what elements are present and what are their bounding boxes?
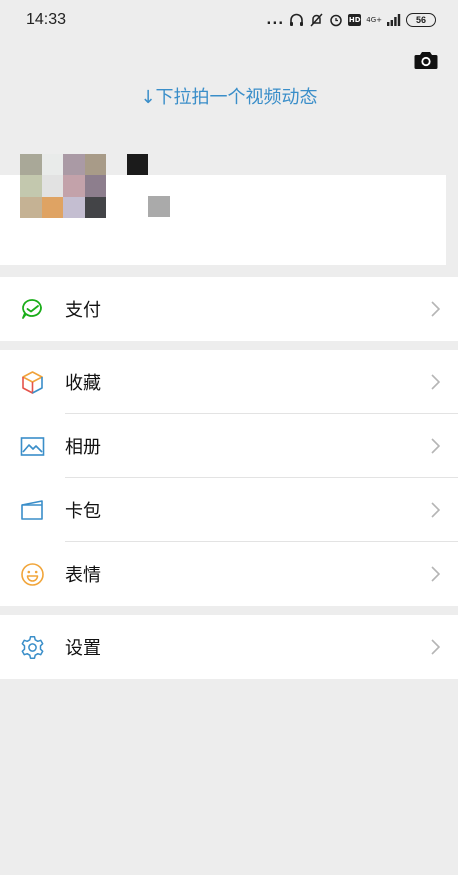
avatar-mosaic-cell: [63, 196, 85, 218]
avatar-mosaic-cell: [41, 154, 63, 176]
avatar-mosaic-cell: [84, 175, 106, 197]
gear-icon: [21, 636, 44, 659]
favorites-cube-icon: [22, 371, 43, 394]
chevron-right-icon: [431, 566, 440, 582]
chevron-right-icon: [431, 438, 440, 454]
chevron-right-icon: [431, 639, 440, 655]
chevron-right-icon: [431, 301, 440, 317]
status-bar: 14:33 ... HD 4G+ 56: [0, 0, 458, 40]
smiley-face-icon: [21, 563, 44, 586]
chevron-right-icon: [431, 502, 440, 518]
chevron-right-icon: [431, 374, 440, 390]
menu-item-cards[interactable]: 卡包: [0, 478, 458, 542]
more-notifications-icon: ...: [266, 12, 285, 28]
pay-icon: [22, 299, 42, 319]
menu-item-favorites[interactable]: 收藏: [0, 350, 458, 414]
menu-item-label: 收藏: [65, 373, 101, 394]
pull-down-video-hint[interactable]: ↓下拉拍一个视频动态: [0, 83, 458, 109]
menu-item-settings[interactable]: 设置: [0, 615, 458, 679]
avatar-mosaic-cell: [63, 175, 85, 197]
menu-item-label: 表情: [65, 565, 101, 586]
menu-item-label: 设置: [65, 638, 101, 659]
card-wallet-icon: [21, 500, 43, 520]
avatar-mosaic-cell: [41, 196, 63, 218]
menu-item-label: 相册: [65, 437, 101, 458]
hd-voice-icon: HD: [348, 14, 362, 26]
album-picture-icon: [20, 437, 45, 456]
avatar-mosaic-cell: [84, 154, 106, 176]
battery-icon: 56: [406, 13, 436, 27]
avatar-mosaic-cell: [84, 196, 106, 218]
avatar-mosaic-block: [127, 154, 148, 175]
network-type-label: 4G+: [366, 15, 382, 24]
menu-item-label: 卡包: [65, 501, 101, 522]
avatar-mosaic-block: [148, 196, 170, 217]
mute-bell-icon: [310, 13, 323, 27]
menu-group-main: 收藏 相册 卡包 表情: [0, 350, 458, 606]
menu-group-settings: 设置: [0, 615, 458, 679]
menu-item-album[interactable]: 相册: [0, 414, 458, 478]
avatar-mosaic-cell: [63, 154, 85, 176]
camera-icon: [414, 52, 438, 69]
headphones-icon: [290, 13, 304, 26]
signal-icon: [387, 14, 401, 26]
avatar-mosaic-cell: [41, 175, 63, 197]
avatar[interactable]: [20, 154, 106, 218]
menu-item-stickers[interactable]: 表情: [0, 542, 458, 606]
avatar-mosaic-cell: [20, 154, 42, 176]
status-icons: ... HD 4G+ 56: [266, 13, 436, 28]
avatar-mosaic-cell: [20, 196, 42, 218]
avatar-mosaic-cell: [20, 175, 42, 197]
status-time: 14:33: [26, 11, 67, 28]
camera-button[interactable]: [414, 50, 438, 70]
alarm-icon: [330, 14, 342, 27]
menu-item-pay[interactable]: 支付: [0, 277, 458, 341]
menu-group-pay: 支付: [0, 277, 458, 341]
menu-item-label: 支付: [65, 300, 101, 321]
